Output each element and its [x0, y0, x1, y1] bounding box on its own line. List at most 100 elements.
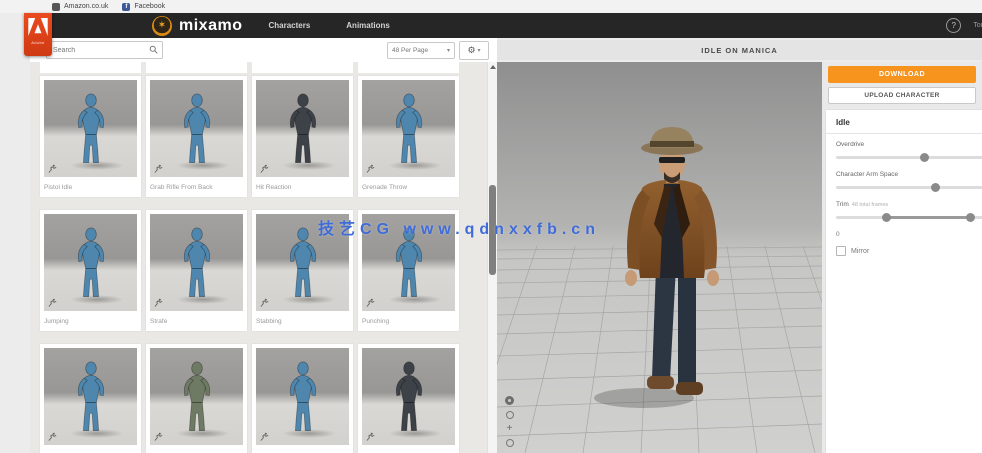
- bookmark-label: Amazon.co.uk: [64, 3, 108, 10]
- animation-thumbnail: [150, 214, 243, 311]
- help-icon[interactable]: ?: [946, 18, 961, 33]
- grid-scrollbar[interactable]: [487, 62, 497, 453]
- trim-end-knob[interactable]: [966, 213, 975, 222]
- upload-character-button[interactable]: UPLOAD CHARACTER: [828, 87, 976, 104]
- search-icon: [149, 45, 158, 54]
- animation-thumbnail: [362, 214, 455, 311]
- slider-knob[interactable]: [931, 183, 940, 192]
- character-figure: [280, 226, 326, 302]
- animations-toolbar: 48 Per Page ▾ ⚙ ▾: [30, 38, 497, 62]
- partial-card: [146, 62, 247, 73]
- mirror-option-row: Mirror: [836, 246, 982, 256]
- mixamo-logo-icon: ✶: [152, 16, 172, 36]
- settings-button[interactable]: ⚙ ▾: [459, 41, 489, 60]
- animation-thumbnail: [362, 348, 455, 445]
- animation-card[interactable]: [40, 344, 141, 453]
- animation-card[interactable]: Punching: [358, 210, 459, 331]
- bookmark-label: Facebook: [134, 3, 165, 10]
- animation-thumbnail: [44, 214, 137, 311]
- animation-label: Strafe: [150, 311, 243, 331]
- character-figure: [174, 226, 220, 302]
- animation-label: [150, 445, 243, 453]
- animation-card[interactable]: [252, 344, 353, 453]
- reset-control-icon[interactable]: [506, 439, 514, 447]
- overdrive-slider[interactable]: [836, 153, 982, 162]
- running-man-icon: [154, 432, 163, 441]
- partial-card: [358, 62, 459, 73]
- scrollbar-thumb[interactable]: [489, 185, 496, 275]
- zoom-control-icon[interactable]: +: [507, 425, 513, 433]
- site-icon: [52, 3, 60, 11]
- facebook-icon: f: [122, 3, 130, 11]
- animation-card[interactable]: Grab Rifle From Back: [146, 76, 247, 197]
- animation-thumbnail: [362, 80, 455, 177]
- overdrive-label: Overdrive: [836, 141, 982, 148]
- character-figure: [68, 226, 114, 302]
- slider-track: [836, 186, 982, 189]
- trim-min-value: 0: [836, 231, 982, 238]
- running-man-icon: [260, 298, 269, 307]
- animation-thumbnail: [44, 80, 137, 177]
- download-button[interactable]: DOWNLOAD: [828, 66, 976, 83]
- search-box: [46, 41, 163, 59]
- divider: [826, 133, 982, 134]
- running-man-icon: [260, 432, 269, 441]
- trim-label: Trim: [836, 201, 849, 208]
- slider-track: [836, 156, 982, 159]
- animation-card[interactable]: Grenade Throw: [358, 76, 459, 197]
- account-label-truncated[interactable]: Tony: [973, 22, 982, 29]
- animation-card[interactable]: Hit Reaction: [252, 76, 353, 197]
- animation-thumbnail: [150, 80, 243, 177]
- animation-thumbnail: [256, 80, 349, 177]
- animation-card[interactable]: Stabbing: [252, 210, 353, 331]
- running-man-icon: [48, 432, 57, 441]
- nav-link-animations[interactable]: Animations: [346, 21, 390, 30]
- animation-card[interactable]: [358, 344, 459, 453]
- adobe-logo-ribbon[interactable]: Adobe: [24, 13, 52, 56]
- character-figure: [174, 92, 220, 168]
- chevron-down-icon: ▾: [447, 47, 450, 54]
- animation-label: Hit Reaction: [256, 177, 349, 197]
- trim-slider[interactable]: [836, 213, 982, 222]
- running-man-icon: [366, 298, 375, 307]
- orbit-control-icon[interactable]: [505, 396, 514, 405]
- 3d-viewport[interactable]: +: [497, 62, 822, 453]
- partial-card: [252, 62, 353, 73]
- character-figure: [68, 360, 114, 436]
- character-figure: [68, 92, 114, 168]
- per-page-value: 48 Per Page: [392, 47, 428, 54]
- running-man-icon: [366, 164, 375, 173]
- per-page-select[interactable]: 48 Per Page ▾: [387, 42, 455, 59]
- bookmark-item[interactable]: f Facebook: [122, 3, 165, 11]
- arm-space-slider[interactable]: [836, 183, 982, 192]
- running-man-icon: [154, 164, 163, 173]
- running-man-icon: [48, 298, 57, 307]
- animation-label: [44, 445, 137, 453]
- adobe-icon: [27, 18, 49, 36]
- pan-control-icon[interactable]: [506, 411, 514, 419]
- animation-settings-card: Idle Overdrive Character Arm Space Trim4…: [826, 110, 982, 453]
- animation-label: [256, 445, 349, 453]
- animation-label: Grenade Throw: [362, 177, 455, 197]
- mixamo-logo[interactable]: ✶ mixamo: [152, 16, 242, 36]
- mixamo-app: Amazon.co.uk f Facebook ✶ mixamo Charact…: [0, 0, 982, 453]
- running-man-icon: [48, 164, 57, 173]
- animation-card[interactable]: Strafe: [146, 210, 247, 331]
- nav-link-characters[interactable]: Characters: [268, 21, 310, 30]
- animation-card[interactable]: Jumping: [40, 210, 141, 331]
- scroll-up-arrow-icon[interactable]: [490, 65, 496, 69]
- trim-start-knob[interactable]: [882, 213, 891, 222]
- animation-thumbnail: [256, 348, 349, 445]
- trim-label-row: Trim48 total frames: [836, 201, 982, 208]
- animation-label: Jumping: [44, 311, 137, 331]
- trim-active-range: [886, 216, 970, 219]
- animation-thumbnail: [150, 348, 243, 445]
- animation-card[interactable]: Pistol Idle: [40, 76, 141, 197]
- bookmark-item[interactable]: Amazon.co.uk: [52, 3, 108, 11]
- chevron-down-icon: ▾: [478, 47, 481, 54]
- slider-knob[interactable]: [920, 153, 929, 162]
- search-input[interactable]: [47, 42, 162, 58]
- animation-card[interactable]: [146, 344, 247, 453]
- animation-label: Punching: [362, 311, 455, 331]
- mirror-checkbox[interactable]: [836, 246, 846, 256]
